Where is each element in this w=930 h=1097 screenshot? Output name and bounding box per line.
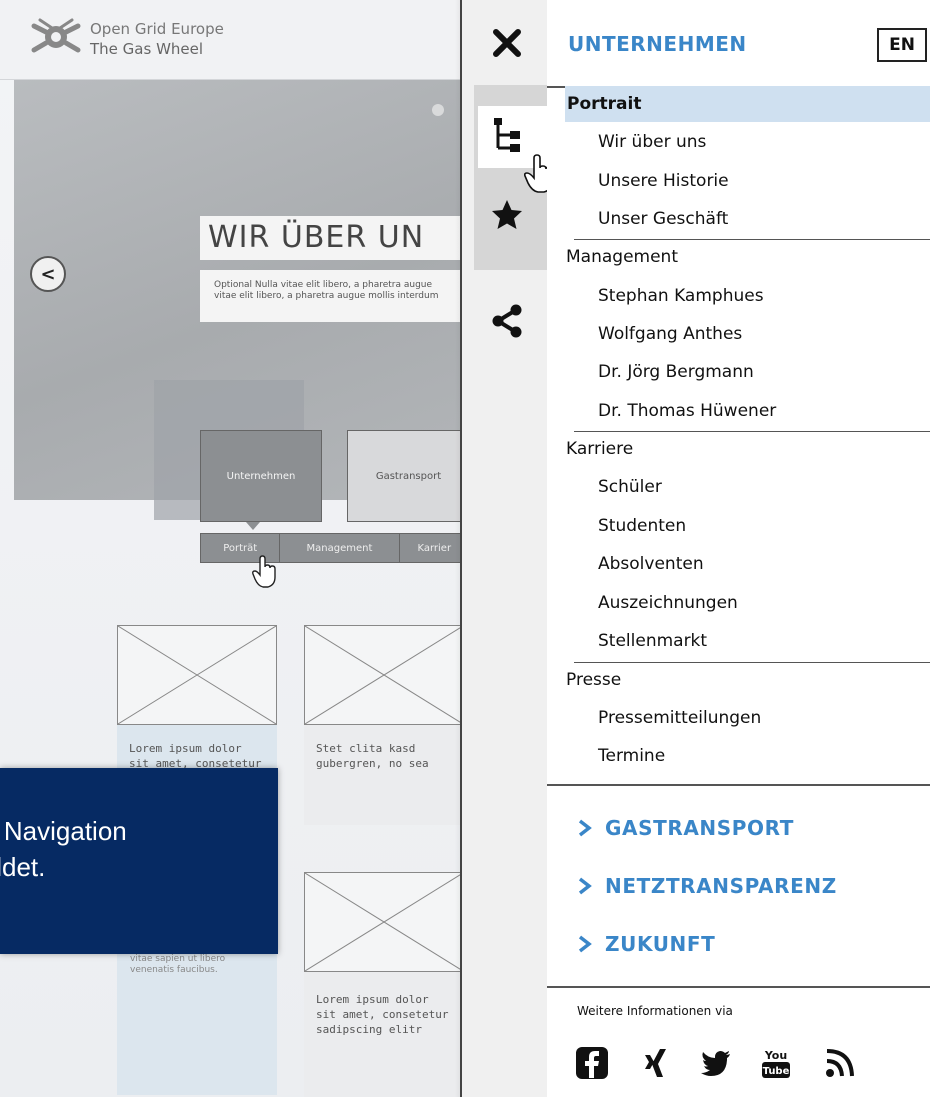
subnav-item-management[interactable]: Management	[280, 534, 400, 562]
chevron-left-icon: <	[40, 263, 56, 285]
image-placeholder	[117, 625, 277, 725]
youtube-icon[interactable]: You Tube	[759, 1046, 793, 1080]
image-placeholder	[304, 872, 464, 972]
menu-item-auszeichnungen[interactable]: Auszeichnungen	[598, 585, 930, 621]
menu-item-stellenmarkt[interactable]: Stellenmarkt	[598, 623, 930, 659]
hand-cursor-icon	[252, 555, 276, 588]
menu-item-wolfgang-anthes[interactable]: Wolfgang Anthes	[598, 316, 930, 352]
logo-name: Open Grid Europe	[90, 20, 224, 38]
hero-text-line: vitae elit libero, a pharetra augue moll…	[214, 291, 439, 301]
menu-item-joerg-bergmann[interactable]: Dr. Jörg Bergmann	[598, 354, 930, 390]
svg-text:Tube: Tube	[763, 1066, 790, 1077]
menu-item-thomas-huewener[interactable]: Dr. Thomas Hüwener	[598, 393, 930, 429]
banner-line: bildet.	[0, 852, 46, 882]
card-text-line: Lorem ipsum dolor	[316, 993, 429, 1006]
rss-icon[interactable]	[823, 1046, 857, 1080]
image-placeholder	[304, 625, 464, 725]
sitemap-icon[interactable]	[492, 116, 526, 154]
section-label: GASTRANSPORT	[605, 816, 794, 840]
section-label: ZUKUNFT	[605, 932, 716, 956]
language-switch-button[interactable]: EN	[877, 28, 927, 62]
section-label: NETZTRANSPARENZ	[605, 874, 837, 898]
content-card[interactable]: Stet clita kasd gubergren, no sea	[304, 625, 464, 825]
sub-navigation: Porträt Management Karrier	[200, 533, 470, 563]
card-text-line: gubergren, no sea	[316, 757, 429, 770]
menu-item-wir-ueber-uns[interactable]: Wir über uns	[598, 124, 930, 160]
twitter-icon[interactable]	[699, 1046, 733, 1080]
chevron-right-icon	[578, 819, 592, 837]
star-icon[interactable]	[490, 198, 524, 232]
card-text-line: Stet clita kasd	[316, 742, 416, 755]
tile-pointer	[246, 522, 260, 530]
close-icon[interactable]	[490, 26, 524, 60]
menu-item-schueler[interactable]: Schüler	[598, 469, 930, 505]
menu-item-stephan-kamphues[interactable]: Stephan Kamphues	[598, 278, 930, 314]
logo-tagline: The Gas Wheel	[90, 40, 204, 58]
tile-gastransport[interactable]: Gastransport	[347, 430, 470, 522]
xing-icon[interactable]	[639, 1046, 673, 1080]
menu-item-termine[interactable]: Termine	[598, 738, 930, 774]
card-text-line: sit amet, consetetur	[316, 1008, 449, 1021]
card-text-line: sadipscing elitr	[316, 1023, 422, 1036]
menu-item-unser-geschaeft[interactable]: Unser Geschäft	[598, 201, 930, 237]
section-netztransparenz[interactable]: NETZTRANSPARENZ	[577, 874, 837, 898]
more-info-label: Weitere Informationen via	[577, 1004, 733, 1018]
menu-title[interactable]: UNTERNEHMEN	[568, 32, 747, 56]
menu-header: UNTERNEHMEN EN	[547, 0, 930, 88]
navigation-menu: UNTERNEHMEN EN Portrait Wir über uns Uns…	[547, 0, 930, 1097]
section-zukunft[interactable]: ZUKUNFT	[577, 932, 715, 956]
card-text-line: vitae sapien ut libero	[130, 954, 226, 964]
slider-prev-button[interactable]: <	[30, 256, 66, 292]
slider-dot[interactable]	[432, 104, 444, 116]
background-header: Open Grid Europe The Gas Wheel	[0, 0, 470, 80]
hero-title: WIR ÜBER UN	[200, 216, 470, 260]
svg-text:You: You	[764, 1049, 787, 1062]
menu-item-karriere[interactable]: Karriere	[566, 431, 930, 467]
chevron-right-icon	[578, 935, 592, 953]
menu-item-pressemitteilungen[interactable]: Pressemitteilungen	[598, 700, 930, 736]
content-card[interactable]: Lorem ipsum dolor sit amet, consetetur s…	[304, 872, 464, 1097]
hero-text: Optional Nulla vitae elit libero, a phar…	[200, 270, 470, 322]
banner-line: r Navigation	[0, 816, 127, 846]
tile-unternehmen[interactable]: Unternehmen	[200, 430, 322, 522]
card-text-line: Lorem ipsum dolor	[129, 742, 242, 755]
menu-item-studenten[interactable]: Studenten	[598, 508, 930, 544]
card-text-line: venenatis faucibus.	[130, 965, 218, 975]
hero-text-line: Optional Nulla vitae elit libero, a phar…	[214, 280, 433, 290]
icon-rail	[460, 0, 553, 1097]
caption-banner: r Navigation bildet.	[0, 768, 278, 954]
gas-wheel-logo-icon	[31, 18, 81, 53]
share-icon[interactable]	[490, 304, 524, 338]
menu-item-management[interactable]: Management	[566, 239, 930, 275]
section-gastransport[interactable]: GASTRANSPORT	[577, 816, 794, 840]
menu-divider	[547, 784, 930, 786]
menu-divider	[547, 986, 930, 988]
card-text: vitae sapien ut libero venenatis faucibu…	[130, 954, 225, 976]
menu-item-presse[interactable]: Presse	[566, 662, 930, 698]
menu-item-absolventen[interactable]: Absolventen	[598, 546, 930, 582]
facebook-icon[interactable]	[575, 1046, 609, 1080]
menu-item-unsere-historie[interactable]: Unsere Historie	[598, 163, 930, 199]
chevron-right-icon	[578, 877, 592, 895]
menu-item-portrait[interactable]: Portrait	[565, 86, 930, 122]
